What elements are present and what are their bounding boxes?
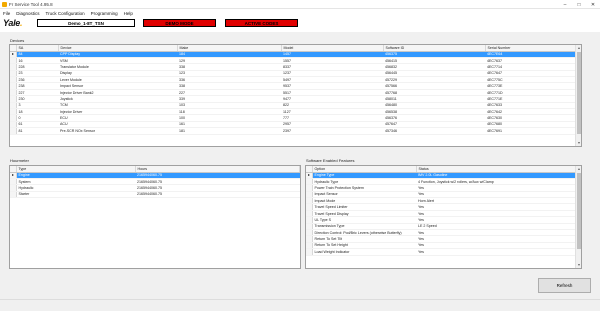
table-cell: 457346 (383, 127, 485, 135)
scroll-down-icon[interactable]: ▼ (576, 140, 581, 146)
table-cell: 181 (177, 127, 281, 135)
current-row-arrow-icon (12, 174, 14, 177)
window-controls: – □ ✕ (558, 0, 600, 9)
menu-help[interactable]: Help (124, 11, 133, 16)
scroll-thumb[interactable] (577, 173, 581, 249)
demo-mode-badge: DEMO MODE (143, 19, 216, 27)
scroll-up-icon[interactable]: ▲ (576, 166, 581, 172)
current-row-arrow-icon (12, 53, 14, 56)
minimize-icon[interactable]: – (558, 0, 572, 9)
menu-programming[interactable]: Programming (91, 11, 118, 16)
table-cell: Load Weight Indicator (312, 248, 416, 256)
menu-bar: File Diagnostics Truck Configuration Pro… (0, 9, 600, 17)
vehicle-name-box: Demo_1-8T_TSN (37, 19, 135, 27)
device-row[interactable]: 81 Pre-SCR NOx Sensor 181 2397 457346 4EC7691 (10, 127, 581, 135)
scroll-thumb[interactable] (577, 52, 581, 134)
features-scrollbar[interactable]: ▲ ▼ (575, 166, 581, 268)
features-table: Option Status Engine Type IMV 2.0L Gasoli… (305, 165, 582, 269)
window-title: Fr Service Tool 4.95.8 (9, 1, 53, 7)
table-cell: Pre-SCR NOx Sensor (58, 127, 177, 135)
status-strip (0, 299, 600, 311)
table-cell: Yes (416, 248, 581, 256)
table-cell: 4EC7691 (485, 127, 581, 135)
title-bar: Fr Service Tool 4.95.8 – □ ✕ (0, 0, 600, 9)
devices-scrollbar[interactable]: ▲ ▼ (575, 45, 581, 146)
table-cell: 2397 (281, 127, 383, 135)
close-icon[interactable]: ✕ (586, 0, 600, 9)
maximize-icon[interactable]: □ (572, 0, 586, 9)
menu-file[interactable]: File (3, 11, 10, 16)
active-codes-button[interactable]: ACTIVE CODES (225, 19, 298, 27)
refresh-button[interactable]: Refresh (538, 278, 591, 293)
scroll-down-icon[interactable]: ▼ (576, 262, 581, 268)
hourmeter-label: Hourmeter (10, 158, 29, 163)
brand-logo: Yale. (3, 18, 23, 28)
current-row-arrow-icon (308, 174, 310, 177)
feature-row[interactable]: Load Weight Indicator Yes (306, 248, 581, 256)
app-icon (2, 1, 7, 7)
devices-table: SA Device Make Model Software ID Serial … (9, 44, 582, 147)
menu-diagnostics[interactable]: Diagnostics (16, 11, 39, 16)
scroll-up-icon[interactable]: ▲ (576, 45, 581, 51)
table-cell: 81 (16, 127, 58, 135)
hourmeter-table: Type Hours Engine 2165944060.75 System 2165… (9, 165, 301, 269)
menu-truck-configuration[interactable]: Truck Configuration (46, 11, 85, 16)
table-cell: Starter (16, 191, 135, 199)
table-cell: 2165944060.75 (135, 191, 300, 199)
hourmeter-row[interactable]: Starter 2165944060.75 (10, 191, 300, 199)
features-label: Software Enabled Features (306, 158, 355, 163)
devices-label: Devices (10, 38, 25, 43)
